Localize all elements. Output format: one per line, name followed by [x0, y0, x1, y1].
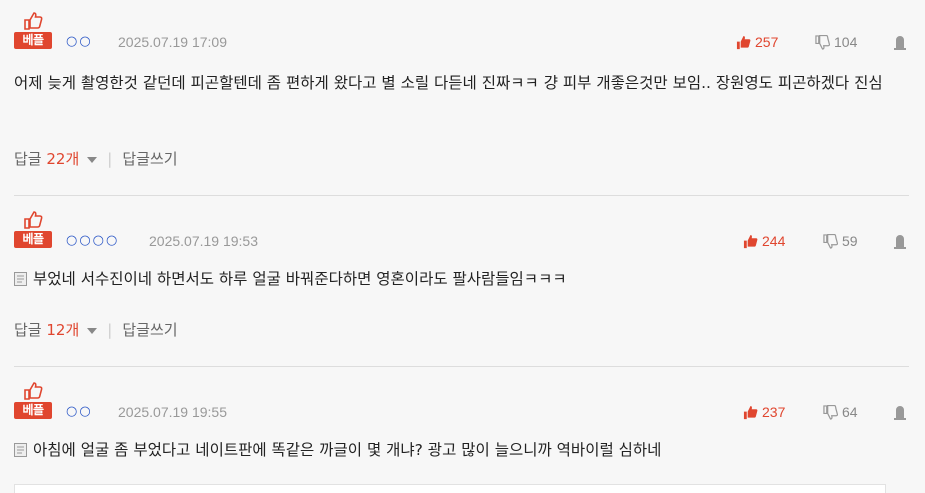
- thumbs-up-icon: [743, 234, 758, 249]
- thumbs-up-icon: [24, 12, 43, 30]
- separator: |: [107, 150, 113, 168]
- dislike-count: 59: [842, 233, 858, 249]
- user-id[interactable]: ○○: [66, 404, 93, 419]
- like-count: 244: [762, 233, 786, 249]
- thumbs-up-icon: [736, 35, 751, 50]
- reply-bar: 답글 22개 | 답글쓰기: [14, 148, 178, 169]
- like-count: 237: [762, 404, 786, 420]
- chevron-down-icon: [87, 157, 98, 163]
- report-icon[interactable]: [893, 406, 907, 420]
- like-count: 257: [755, 34, 779, 50]
- user-id[interactable]: ○○○○: [66, 233, 119, 248]
- comment-text-content: 부었네 서수진이네 하면서도 하루 얼굴 바꿔준다하면 영혼이라도 팔사람들임ㅋ…: [33, 270, 567, 288]
- best-badge: 베플: [14, 32, 52, 49]
- reply-label: 답글: [14, 321, 42, 339]
- comment-text-content: 아침에 얼굴 좀 부었다고 네이트판에 똑같은 까글이 몇 개냐? 광고 많이 …: [33, 441, 662, 459]
- reply-toggle[interactable]: 답글 22개: [14, 150, 103, 168]
- thumbs-down-icon: [823, 405, 838, 420]
- comment-text: 부었네 서수진이네 하면서도 하루 얼굴 바꿔준다하면 영혼이라도 팔사람들임ㅋ…: [14, 264, 909, 295]
- comment-date: 2025.07.19 17:09: [118, 34, 227, 50]
- reply-toggle[interactable]: 답글 12개: [14, 321, 103, 339]
- report-icon[interactable]: [893, 36, 907, 50]
- thumbs-down-icon: [815, 35, 830, 50]
- dislike-button[interactable]: 104: [815, 34, 857, 50]
- separator: |: [107, 321, 113, 339]
- comment-text: 어제 늦게 촬영한것 같던데 피곤할텐데 좀 편하게 왔다고 별 소릴 다듣네 …: [14, 74, 883, 92]
- write-reply-button[interactable]: 답글쓰기: [122, 150, 177, 168]
- reply-bar: 답글 12개 | 답글쓰기: [14, 319, 178, 340]
- best-badge: 베플: [14, 402, 52, 419]
- dislike-button[interactable]: 59: [823, 233, 858, 249]
- thumbs-up-icon: [24, 211, 43, 229]
- comment-text: 아침에 얼굴 좀 부었다고 네이트판에 똑같은 까글이 몇 개냐? 광고 많이 …: [14, 435, 909, 466]
- divider: [14, 366, 909, 367]
- like-button[interactable]: 244: [743, 233, 785, 249]
- memo-icon: [14, 272, 27, 286]
- user-id[interactable]: ○○: [66, 34, 93, 49]
- reply-count: 12개: [46, 321, 80, 339]
- comment-date: 2025.07.19 19:55: [118, 404, 227, 420]
- write-reply-button[interactable]: 답글쓰기: [122, 321, 177, 339]
- dislike-count: 64: [842, 404, 858, 420]
- dislike-button[interactable]: 64: [823, 404, 858, 420]
- like-button[interactable]: 237: [743, 404, 785, 420]
- thumbs-up-icon: [24, 382, 43, 400]
- best-badge: 베플: [14, 231, 52, 248]
- thumbs-up-icon: [743, 405, 758, 420]
- dislike-count: 104: [834, 34, 858, 50]
- like-button[interactable]: 257: [736, 34, 778, 50]
- divider: [14, 195, 909, 196]
- memo-icon: [14, 443, 27, 457]
- thumbs-down-icon: [823, 234, 838, 249]
- comment-date: 2025.07.19 19:53: [149, 233, 258, 249]
- chevron-down-icon: [87, 328, 98, 334]
- reply-label: 답글: [14, 150, 42, 168]
- reply-count: 22개: [46, 150, 80, 168]
- report-icon[interactable]: [893, 235, 907, 249]
